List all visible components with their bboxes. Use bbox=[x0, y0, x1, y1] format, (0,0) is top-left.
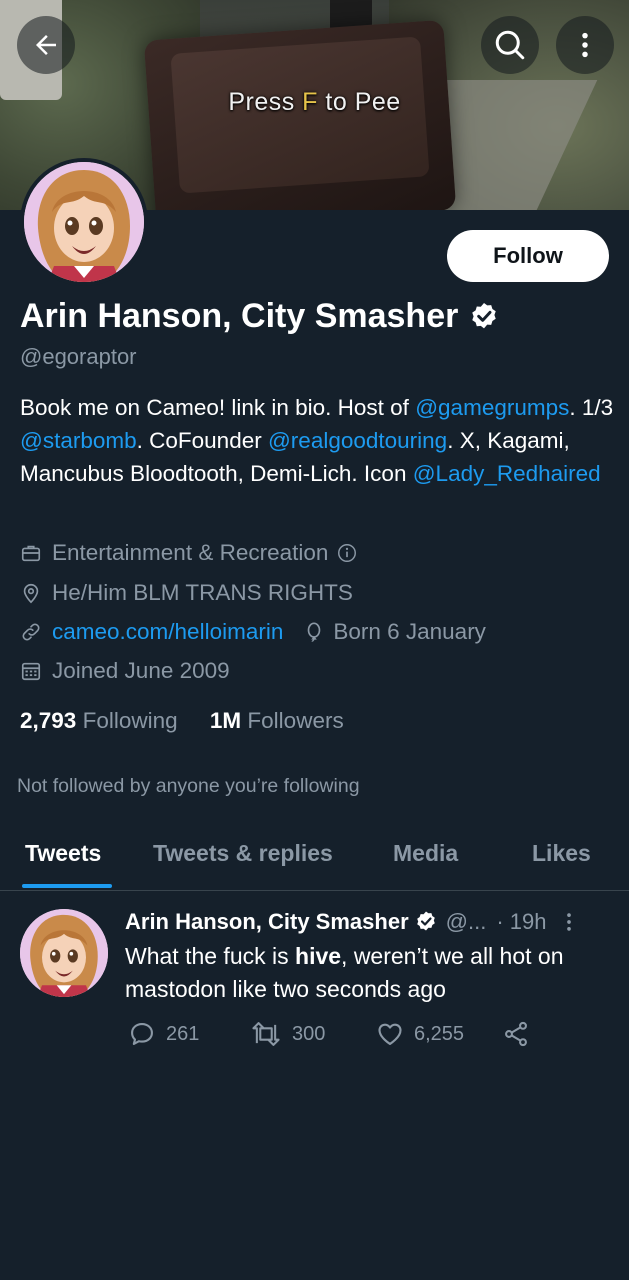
like-button[interactable]: 6,255 bbox=[376, 1020, 464, 1048]
tweet-more-icon[interactable] bbox=[558, 911, 580, 933]
profile-location: He/Him BLM TRANS RIGHTS bbox=[52, 580, 353, 605]
followers-you-know-text: Not followed by anyone you’re following bbox=[17, 775, 360, 797]
more-options-button[interactable] bbox=[556, 16, 614, 74]
like-count: 6,255 bbox=[414, 1022, 465, 1045]
share-button[interactable] bbox=[502, 1020, 530, 1048]
balloon-icon bbox=[308, 622, 321, 642]
reply-count: 261 bbox=[166, 1022, 200, 1045]
tab-tweets[interactable]: Tweets bbox=[25, 840, 101, 867]
tweet-timestamp[interactable]: · 19h bbox=[496, 909, 546, 935]
link-icon bbox=[22, 623, 40, 641]
tweet-actions: 261 300 6,255 bbox=[128, 1020, 548, 1054]
search-icon bbox=[495, 30, 525, 60]
profile-display-name: Arin Hanson, City Smasher bbox=[20, 297, 500, 336]
mention-link[interactable]: @starbomb bbox=[20, 428, 137, 453]
followers-link[interactable]: 1M Followers bbox=[210, 708, 344, 733]
briefcase-icon bbox=[21, 545, 41, 562]
search-button[interactable] bbox=[481, 16, 539, 74]
arrow-left-icon bbox=[36, 35, 56, 55]
tab-tweets-and-replies[interactable]: Tweets & replies bbox=[153, 840, 333, 867]
profile-avatar[interactable] bbox=[20, 158, 148, 286]
location-pin-icon bbox=[23, 583, 39, 604]
share-icon bbox=[505, 1021, 527, 1047]
profile-joined-row: Joined June 2009 bbox=[20, 658, 230, 684]
tweet-text: What the fuck is hive, weren’t we all ho… bbox=[125, 943, 564, 1002]
mention-link[interactable]: @gamegrumps bbox=[415, 395, 569, 420]
avatar-illustration bbox=[20, 909, 108, 997]
profile-location-row: He/Him BLM TRANS RIGHTS bbox=[20, 580, 353, 606]
profile-stats: 2,793 Following 1M Followers bbox=[20, 708, 344, 734]
retweet-button[interactable]: 300 bbox=[250, 1020, 325, 1048]
profile-category-row: Entertainment & Recreation bbox=[20, 540, 358, 566]
heart-icon bbox=[378, 1023, 402, 1045]
reply-button[interactable]: 261 bbox=[128, 1020, 199, 1048]
profile-joined: Joined June 2009 bbox=[52, 658, 230, 683]
back-button[interactable] bbox=[17, 16, 75, 74]
following-link[interactable]: 2,793 Following bbox=[20, 708, 178, 733]
info-icon[interactable] bbox=[336, 542, 358, 564]
follow-button[interactable]: Follow bbox=[447, 230, 609, 282]
mention-link[interactable]: @Lady_Redhaired bbox=[413, 461, 601, 486]
verified-badge-icon bbox=[472, 302, 497, 328]
profile-website-link[interactable]: cameo.com/helloimarin bbox=[52, 619, 283, 645]
retweet-icon bbox=[252, 1022, 280, 1046]
verified-badge-icon bbox=[416, 911, 435, 931]
tweet-author-handle: @... bbox=[445, 909, 487, 934]
calendar-icon bbox=[21, 662, 41, 681]
tweet-avatar[interactable] bbox=[20, 909, 108, 997]
avatar-illustration bbox=[24, 162, 144, 282]
profile-category: Entertainment & Recreation bbox=[52, 540, 329, 565]
mention-link[interactable]: @realgoodtouring bbox=[268, 428, 447, 453]
reply-icon bbox=[131, 1023, 153, 1045]
profile-birthday: Born 6 January bbox=[333, 619, 486, 644]
profile-handle: @egoraptor bbox=[20, 344, 137, 369]
profile-tabs: Tweets Tweets & replies Media Likes bbox=[0, 826, 629, 891]
tab-likes[interactable]: Likes bbox=[532, 840, 591, 867]
tab-media[interactable]: Media bbox=[393, 840, 458, 867]
retweet-count: 300 bbox=[292, 1022, 326, 1045]
banner-caption: Press F to Pee bbox=[228, 88, 401, 116]
active-tab-indicator bbox=[22, 884, 112, 888]
profile-bio: Book me on Cameo! link in bio. Host of @… bbox=[20, 395, 614, 486]
profile-website-row: cameo.com/helloimarin Born 6 January bbox=[20, 619, 486, 645]
tweet-author-name[interactable]: Arin Hanson, City Smasher bbox=[125, 909, 409, 935]
more-vertical-icon bbox=[582, 32, 588, 58]
tweet-header: Arin Hanson, City Smasher @... · 19h bbox=[125, 909, 615, 935]
